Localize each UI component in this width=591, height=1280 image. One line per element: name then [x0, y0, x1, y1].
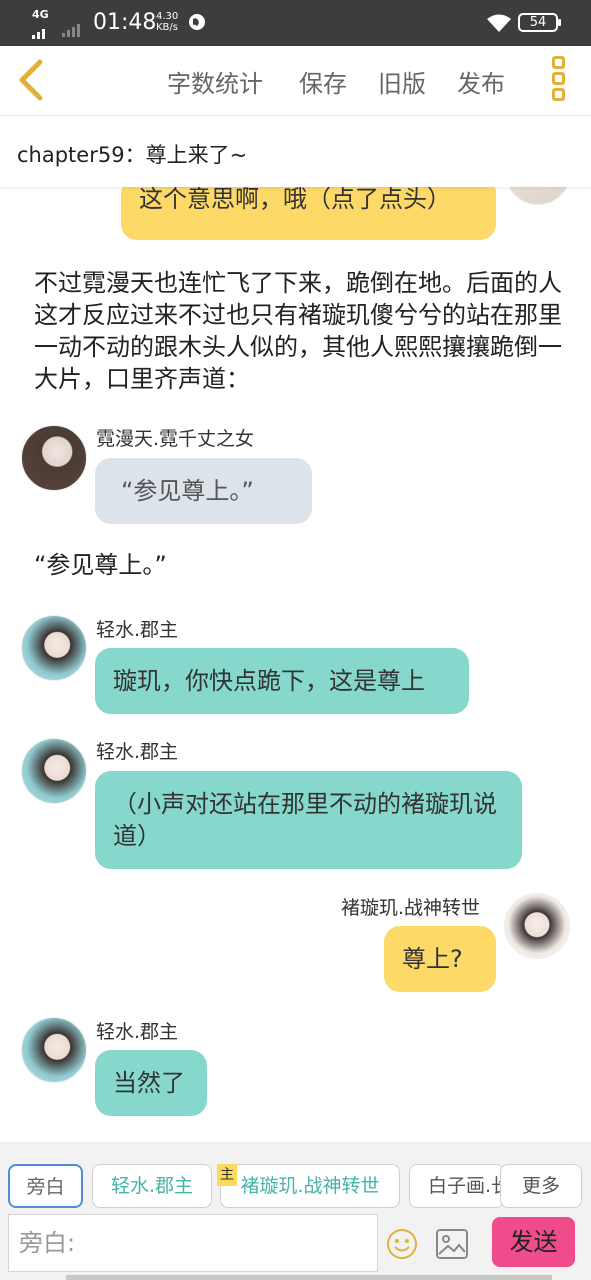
wifi-icon: [487, 14, 511, 32]
globe-icon: [189, 14, 205, 30]
speaker-name: 轻水.郡主: [96, 619, 179, 641]
message-bubble[interactable]: “参见尊上。”: [95, 458, 312, 524]
character-chip[interactable]: 轻水.郡主: [92, 1164, 212, 1208]
speaker-name: 褚璇玑.战神转世: [341, 897, 481, 919]
emoji-icon[interactable]: [386, 1228, 418, 1260]
avatar[interactable]: [21, 738, 87, 804]
character-chip[interactable]: 白子画.长: [409, 1164, 504, 1208]
avatar[interactable]: [504, 893, 570, 959]
narration-text[interactable]: 不过霓漫天也连忙飞了下来，跪倒在地。后面的人这才反应过来不过也只有褚璇玑傻兮兮的…: [34, 267, 562, 395]
message-bubble[interactable]: 尊上?: [384, 926, 496, 992]
save-button[interactable]: 保存: [299, 64, 347, 99]
image-icon[interactable]: [436, 1229, 468, 1259]
message-bubble[interactable]: 当然了: [95, 1050, 207, 1116]
message-bubble[interactable]: 这个意思啊，哦（点了点头）: [121, 187, 496, 240]
main-character-tag: 主: [217, 1164, 237, 1186]
network-speed: 4.30 KB/s: [156, 11, 179, 33]
avatar[interactable]: [21, 425, 87, 491]
signal-2-icon: [62, 18, 82, 37]
scrollbar[interactable]: [66, 1275, 552, 1280]
message-bubble[interactable]: （小声对还站在那里不动的褚璇玑说道）: [95, 771, 522, 869]
avatar[interactable]: [21, 1017, 87, 1083]
avatar[interactable]: [21, 615, 87, 681]
old-version-button[interactable]: 旧版: [378, 64, 426, 99]
editor-toolbar: 字数统计 保存 旧版 发布: [0, 46, 591, 116]
more-characters-button[interactable]: 更多: [500, 1164, 582, 1208]
chapter-header: chapter59：尊上来了~: [0, 117, 591, 187]
clock: 01:48: [93, 10, 157, 35]
status-bar: 4G 01:48 4.30 KB/s 54: [0, 0, 591, 46]
chat-area[interactable]: 这个意思啊，哦（点了点头） 不过霓漫天也连忙飞了下来，跪倒在地。后面的人这才反应…: [0, 187, 591, 1142]
speaker-name: 轻水.郡主: [96, 741, 179, 763]
more-menu-icon[interactable]: [549, 56, 567, 104]
speaker-name: 霓漫天.霓千丈之女: [96, 428, 255, 450]
publish-button[interactable]: 发布: [457, 64, 505, 99]
avatar[interactable]: [505, 187, 571, 205]
chapter-title[interactable]: chapter59：尊上来了~: [17, 139, 247, 169]
narration-text[interactable]: “参见尊上。”: [34, 549, 562, 581]
composer-panel: 旁白 轻水.郡主 主 褚璇玑.战神转世 白子画.长 更多 旁白: 发送: [0, 1142, 591, 1280]
back-arrow-icon[interactable]: [14, 58, 48, 102]
signal-icon: [32, 20, 47, 39]
battery-indicator: 54: [518, 13, 561, 32]
character-chip-main[interactable]: 褚璇玑.战神转世: [220, 1164, 400, 1208]
speaker-name: 轻水.郡主: [96, 1021, 179, 1043]
message-input[interactable]: 旁白:: [8, 1214, 378, 1272]
character-chip-narration[interactable]: 旁白: [8, 1164, 83, 1208]
word-count-button[interactable]: 字数统计: [167, 64, 263, 99]
send-button[interactable]: 发送: [492, 1217, 575, 1267]
message-bubble[interactable]: 璇玑，你快点跪下，这是尊上: [95, 648, 469, 714]
